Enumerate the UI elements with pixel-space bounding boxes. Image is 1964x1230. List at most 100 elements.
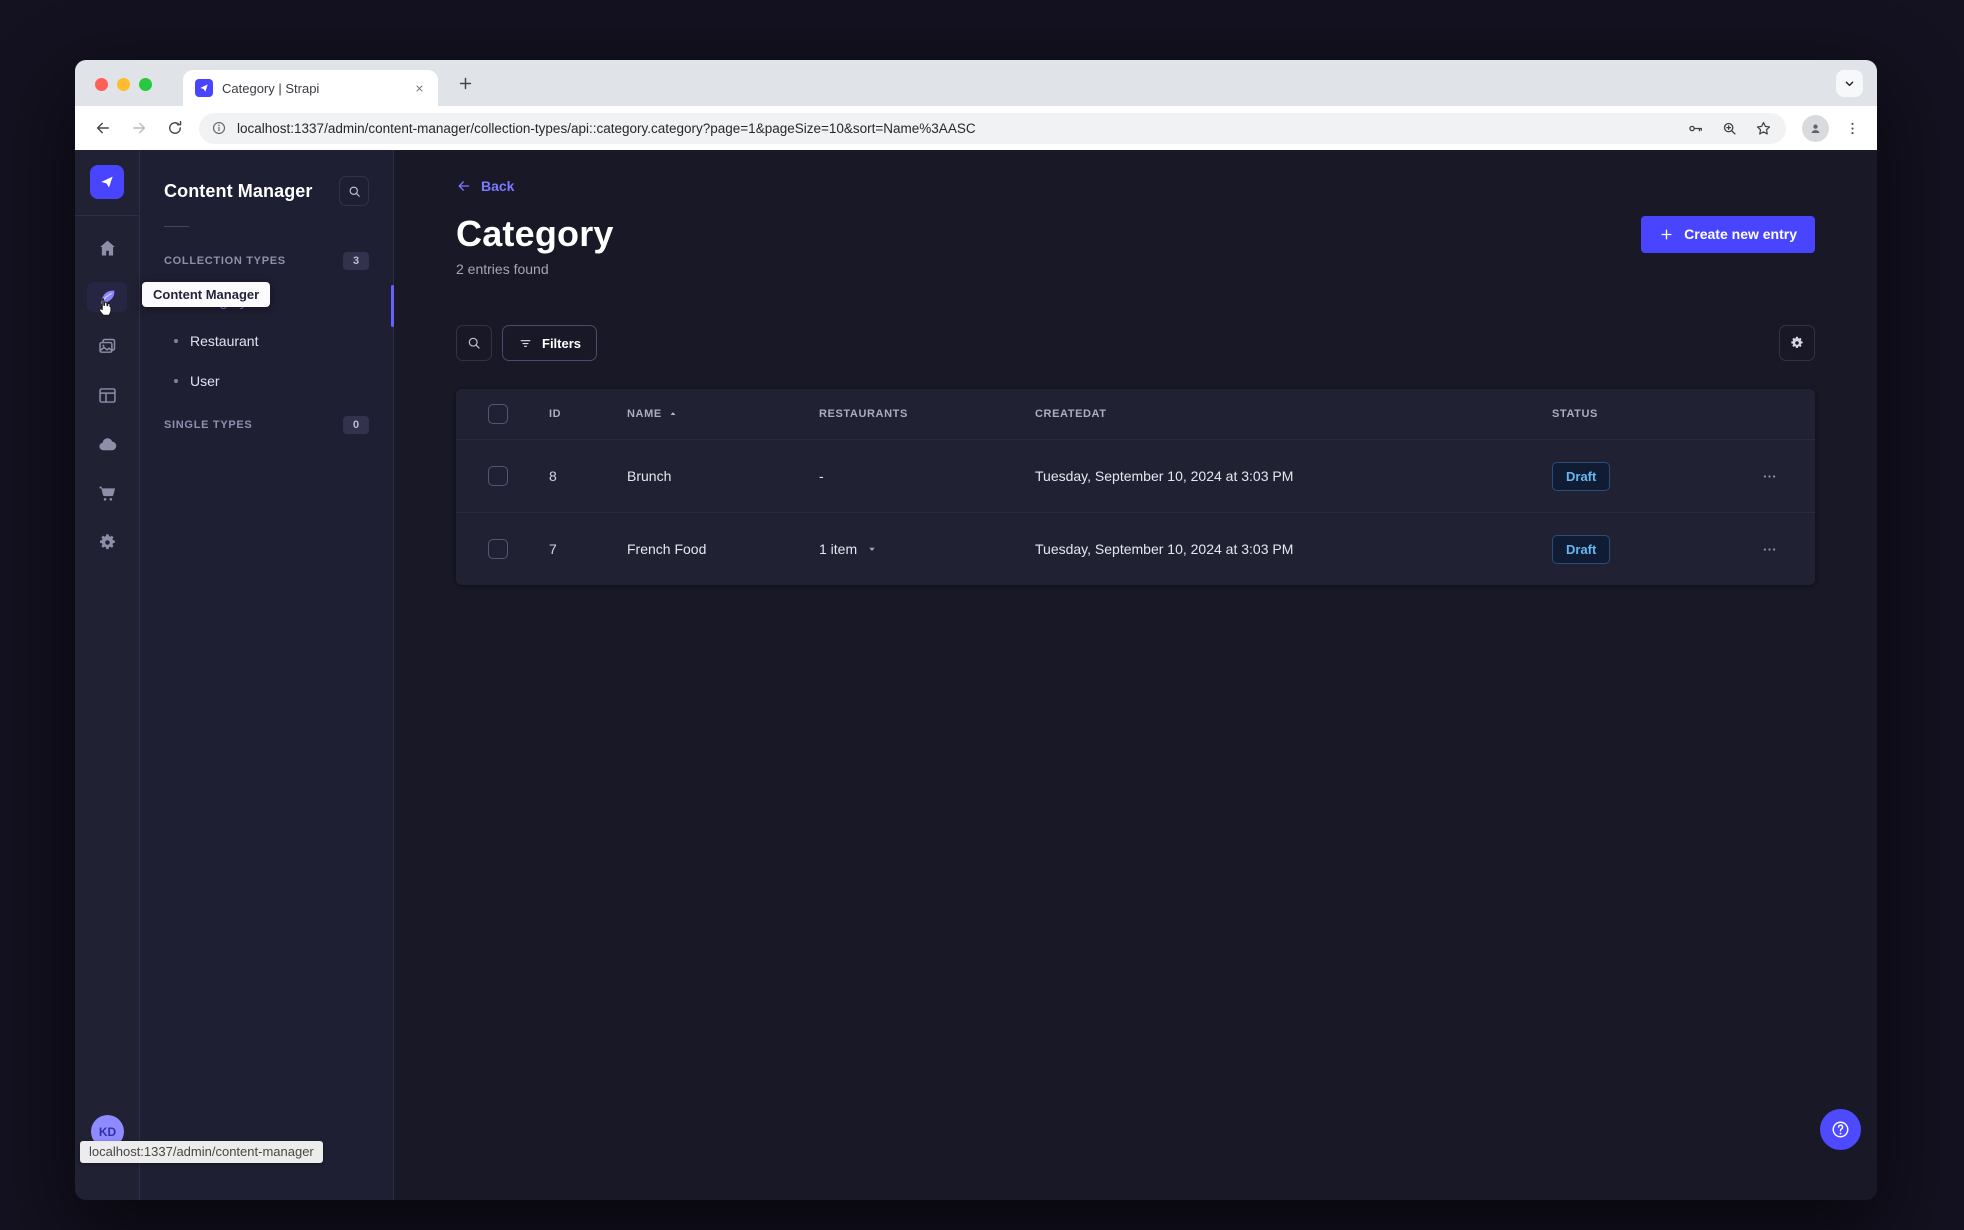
home-icon — [97, 238, 118, 259]
browser-forward-icon[interactable] — [123, 112, 155, 144]
column-header-restaurants[interactable]: RESTAURANTS — [819, 408, 1035, 420]
rail-item-cloud[interactable] — [87, 429, 127, 459]
cell-restaurants: - — [819, 468, 824, 484]
cell-status: Draft — [1552, 461, 1754, 491]
rail-divider — [75, 215, 139, 216]
main-content: Back Category Create new entry 2 entries… — [394, 150, 1877, 1200]
address-bar[interactable]: localhost:1337/admin/content-manager/col… — [199, 112, 1786, 144]
caret-down-icon — [866, 543, 878, 555]
images-icon — [97, 336, 118, 357]
subnav-item-label: User — [190, 373, 220, 389]
cell-status: Draft — [1552, 534, 1754, 564]
new-tab-button[interactable] — [451, 69, 479, 97]
row-actions-menu-icon[interactable] — [1754, 461, 1784, 491]
maximize-window-button[interactable] — [139, 77, 152, 91]
rail-item-settings[interactable] — [87, 527, 127, 557]
content-manager-tooltip: Content Manager — [142, 282, 271, 307]
browser-profile-avatar[interactable] — [1802, 114, 1829, 142]
column-header-id[interactable]: ID — [549, 408, 627, 420]
cloud-icon — [97, 434, 118, 455]
subnav-item-restaurant[interactable]: Restaurant — [164, 321, 369, 361]
tab-title: Category | Strapi — [222, 80, 320, 96]
select-all-checkbox[interactable] — [488, 404, 508, 424]
arrow-left-icon — [456, 178, 472, 194]
bullet-icon — [174, 379, 178, 383]
cell-createdat: Tuesday, September 10, 2024 at 3:03 PM — [1035, 468, 1294, 484]
rail-item-home[interactable] — [87, 233, 127, 263]
subnav-divider — [164, 226, 189, 227]
browser-tab[interactable]: Category | Strapi — [183, 70, 438, 106]
create-new-entry-button[interactable]: Create new entry — [1641, 215, 1815, 253]
cell-name: French Food — [627, 541, 707, 557]
subnav-item-label: Restaurant — [190, 333, 259, 349]
browser-reload-icon[interactable] — [159, 112, 191, 144]
entries-count: 2 entries found — [456, 261, 549, 277]
url-text[interactable]: localhost:1337/admin/content-manager/col… — [237, 121, 1676, 136]
view-settings-button[interactable] — [1779, 325, 1815, 361]
layout-icon — [97, 385, 118, 406]
cell-name: Brunch — [627, 468, 672, 484]
page-title: Category — [456, 213, 614, 254]
filters-button[interactable]: Filters — [502, 325, 598, 361]
window-controls — [95, 77, 152, 91]
plus-icon — [1659, 227, 1674, 242]
section-count-badge: 3 — [343, 252, 369, 270]
rail-item-marketplace[interactable] — [87, 478, 127, 508]
subnav-section-1: SINGLE TYPES 0 — [164, 413, 369, 437]
browser-window: Category | Strapi localhost:1337/admin/c… — [75, 60, 1877, 1200]
status-badge: Draft — [1552, 461, 1611, 491]
section-label: SINGLE TYPES — [164, 419, 253, 431]
strapi-logo-button[interactable] — [90, 165, 124, 199]
close-window-button[interactable] — [95, 77, 108, 91]
zoom-in-icon[interactable] — [1720, 120, 1738, 137]
browser-menu-icon[interactable] — [1839, 115, 1865, 141]
mouse-cursor — [94, 296, 116, 318]
cell-createdat: Tuesday, September 10, 2024 at 3:03 PM — [1035, 541, 1294, 557]
back-link[interactable]: Back — [456, 178, 514, 194]
filter-icon — [518, 336, 533, 351]
strapi-admin-page: KD Content Manager COLLECTION TYPES3Cate… — [75, 150, 1877, 1200]
bullet-icon — [174, 339, 178, 343]
table-row[interactable]: 8 Brunch - Tuesday, September 10, 2024 at 3… — [456, 439, 1815, 512]
cell-id: 7 — [549, 541, 557, 557]
sort-asc-icon — [668, 409, 678, 419]
row-checkbox[interactable] — [488, 466, 508, 486]
status-badge: Draft — [1552, 534, 1611, 564]
column-header-status[interactable]: STATUS — [1552, 408, 1754, 420]
search-button[interactable] — [456, 325, 492, 361]
row-actions-menu-icon[interactable] — [1754, 534, 1784, 564]
browser-back-icon[interactable] — [87, 112, 119, 144]
row-checkbox[interactable] — [488, 539, 508, 559]
rail-item-content-type-builder[interactable] — [87, 380, 127, 410]
rail-item-media-library[interactable] — [87, 331, 127, 361]
strapi-favicon — [195, 79, 213, 97]
bookmark-star-icon[interactable] — [1754, 120, 1772, 137]
cell-id: 8 — [549, 468, 557, 484]
filters-label: Filters — [542, 335, 582, 351]
password-key-icon[interactable] — [1686, 120, 1704, 137]
entries-table: ID NAME RESTAURANTS CREATEDAT STATUS 8 Brunch… — [456, 389, 1815, 585]
cell-actions — [1754, 534, 1815, 564]
subnav-search-button[interactable] — [339, 176, 369, 206]
cell-restaurants[interactable]: 1 item — [819, 541, 1035, 557]
rail-nav — [87, 233, 127, 557]
tab-search-chevron-icon[interactable] — [1836, 69, 1863, 97]
browser-navbar: localhost:1337/admin/content-manager/col… — [75, 106, 1877, 150]
browser-tab-strip: Category | Strapi — [75, 60, 1877, 106]
column-header-createdat[interactable]: CREATEDAT — [1035, 408, 1552, 420]
help-button[interactable] — [1820, 1109, 1861, 1150]
section-label: COLLECTION TYPES — [164, 255, 286, 267]
minimize-window-button[interactable] — [117, 77, 130, 91]
tab-close-icon[interactable] — [410, 79, 428, 97]
subnav-item-user[interactable]: User — [164, 361, 369, 401]
create-new-entry-label: Create new entry — [1684, 226, 1797, 242]
content-manager-subnav: Content Manager COLLECTION TYPES3Categor… — [140, 150, 394, 1200]
column-header-name[interactable]: NAME — [627, 408, 819, 420]
link-status-tooltip: localhost:1337/admin/content-manager — [80, 1141, 323, 1163]
active-indicator-bar — [391, 285, 394, 327]
section-count-badge: 0 — [343, 416, 369, 434]
table-row[interactable]: 7 French Food 1 item Tuesday, September 10,… — [456, 512, 1815, 585]
gear-icon — [97, 532, 118, 553]
site-info-icon[interactable] — [211, 120, 227, 136]
table-header-row: ID NAME RESTAURANTS CREATEDAT STATUS — [456, 389, 1815, 439]
